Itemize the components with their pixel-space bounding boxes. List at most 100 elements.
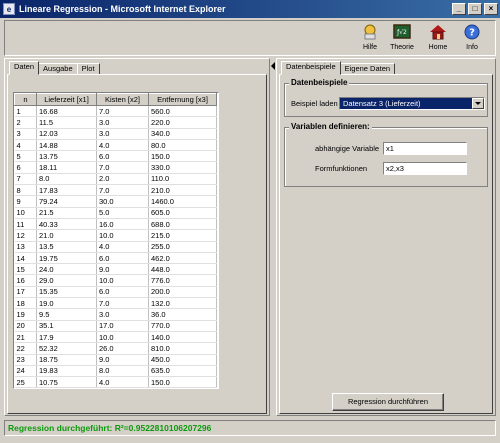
- table-cell[interactable]: 10.0: [96, 229, 149, 242]
- table-cell[interactable]: 35.1: [36, 320, 97, 332]
- table-cell[interactable]: 605.0: [148, 207, 217, 219]
- table-cell[interactable]: 10.75: [36, 376, 97, 388]
- formfunktionen-input[interactable]: x2,x3: [383, 162, 467, 175]
- table-cell[interactable]: 150.0: [148, 376, 217, 388]
- table-cell[interactable]: 25: [14, 376, 37, 388]
- dependent-variable-input[interactable]: x1: [383, 142, 467, 155]
- table-row[interactable]: 2 11.5 3.0 220.0: [14, 116, 217, 129]
- table-row[interactable]: 9 79.24 30.0 1460.0: [14, 195, 217, 208]
- table-cell[interactable]: 10.0: [96, 274, 149, 287]
- table-cell[interactable]: 14: [14, 252, 37, 265]
- table-row[interactable]: 13 13.5 4.0 255.0: [14, 241, 217, 253]
- table-cell[interactable]: 448.0: [148, 263, 217, 276]
- table-row[interactable]: 23 18.75 9.0 450.0: [14, 354, 217, 366]
- table-row[interactable]: 8 17.83 7.0 210.0: [14, 184, 217, 197]
- run-regression-button[interactable]: Regression durchführen: [332, 393, 444, 411]
- table-cell[interactable]: 8: [14, 184, 37, 197]
- table-cell[interactable]: 776.0: [148, 274, 217, 287]
- table-row[interactable]: 17 15.35 6.0 200.0: [14, 286, 217, 299]
- info-button[interactable]: ? Info: [455, 24, 489, 54]
- table-cell[interactable]: 6.0: [96, 252, 149, 265]
- table-cell[interactable]: 16.0: [96, 218, 149, 231]
- table-row[interactable]: 7 8.0 2.0 110.0: [14, 173, 217, 186]
- collapse-arrow-icon[interactable]: [271, 62, 275, 70]
- table-row[interactable]: 14 19.75 6.0 462.0: [14, 252, 217, 265]
- table-cell[interactable]: 7.0: [96, 297, 149, 310]
- table-cell[interactable]: 9.5: [36, 308, 97, 321]
- table-cell[interactable]: 220.0: [148, 116, 217, 129]
- table-cell[interactable]: 9: [14, 195, 37, 208]
- table-row[interactable]: 12 21.0 10.0 215.0: [14, 229, 217, 242]
- table-cell[interactable]: 7.0: [96, 161, 149, 174]
- table-cell[interactable]: 9.0: [96, 354, 149, 366]
- table-row[interactable]: 10 21.5 5.0 605.0: [14, 207, 217, 219]
- table-cell[interactable]: 12: [14, 229, 37, 242]
- table-cell[interactable]: 11: [14, 218, 37, 231]
- table-cell[interactable]: 450.0: [148, 354, 217, 366]
- table-cell[interactable]: 4: [14, 139, 37, 152]
- table-cell[interactable]: 17.9: [36, 331, 97, 344]
- example-dataset-select[interactable]: Datensatz 3 (Lieferzeit): [339, 97, 485, 110]
- table-cell[interactable]: 80.0: [148, 139, 217, 152]
- table-cell[interactable]: 16.68: [36, 105, 97, 118]
- table-cell[interactable]: 12.03: [36, 128, 97, 140]
- table-row[interactable]: 15 24.0 9.0 448.0: [14, 263, 217, 276]
- table-row[interactable]: 22 52.32 26.0 810.0: [14, 342, 217, 355]
- table-cell[interactable]: 340.0: [148, 128, 217, 140]
- table-cell[interactable]: 10: [14, 207, 37, 219]
- table-cell[interactable]: 140.0: [148, 331, 217, 344]
- table-cell[interactable]: 7.0: [96, 105, 149, 118]
- table-cell[interactable]: 8.0: [96, 365, 149, 378]
- table-cell[interactable]: 29.0: [36, 274, 97, 287]
- table-row[interactable]: 11 40.33 16.0 688.0: [14, 218, 217, 231]
- column-header-lieferzeit[interactable]: Lieferzeit [x1]: [36, 93, 97, 106]
- table-cell[interactable]: 36.0: [148, 308, 217, 321]
- table-row[interactable]: 3 12.03 3.0 340.0: [14, 128, 217, 140]
- table-cell[interactable]: 4.0: [96, 376, 149, 388]
- close-button[interactable]: ×: [484, 3, 498, 15]
- table-cell[interactable]: 11.5: [36, 116, 97, 129]
- table-cell[interactable]: 132.0: [148, 297, 217, 310]
- table-row[interactable]: 21 17.9 10.0 140.0: [14, 331, 217, 344]
- table-cell[interactable]: 13: [14, 241, 37, 253]
- table-cell[interactable]: 1: [14, 105, 37, 118]
- table-cell[interactable]: 5: [14, 150, 37, 163]
- table-cell[interactable]: 255.0: [148, 241, 217, 253]
- column-header-n[interactable]: n: [14, 93, 37, 106]
- table-cell[interactable]: 3: [14, 128, 37, 140]
- table-cell[interactable]: 3.0: [96, 116, 149, 129]
- table-cell[interactable]: 17: [14, 286, 37, 299]
- table-cell[interactable]: 3.0: [96, 308, 149, 321]
- table-cell[interactable]: 635.0: [148, 365, 217, 378]
- table-row[interactable]: 18 19.0 7.0 132.0: [14, 297, 217, 310]
- chevron-down-icon[interactable]: [472, 98, 484, 109]
- table-row[interactable]: 20 35.1 17.0 770.0: [14, 320, 217, 332]
- table-cell[interactable]: 13.75: [36, 150, 97, 163]
- help-button[interactable]: Hilfe: [353, 24, 387, 54]
- table-cell[interactable]: 4.0: [96, 241, 149, 253]
- table-cell[interactable]: 52.32: [36, 342, 97, 355]
- table-cell[interactable]: 26.0: [96, 342, 149, 355]
- tab-datenbeispiele[interactable]: Datenbeispiele: [281, 61, 341, 75]
- table-cell[interactable]: 19: [14, 308, 37, 321]
- table-row[interactable]: 19 9.5 3.0 36.0: [14, 308, 217, 321]
- table-cell[interactable]: 3.0: [96, 128, 149, 140]
- data-table-container[interactable]: n Lieferzeit [x1] Kisten [x2] Entfernung…: [13, 92, 219, 389]
- minimize-button[interactable]: _: [452, 3, 466, 15]
- table-cell[interactable]: 6: [14, 161, 37, 174]
- table-cell[interactable]: 2: [14, 116, 37, 129]
- table-cell[interactable]: 21: [14, 331, 37, 344]
- table-cell[interactable]: 17.0: [96, 320, 149, 332]
- table-row[interactable]: 25 10.75 4.0 150.0: [14, 376, 217, 388]
- table-cell[interactable]: 18.11: [36, 161, 97, 174]
- table-cell[interactable]: 22: [14, 342, 37, 355]
- table-row[interactable]: 24 19.83 8.0 635.0: [14, 365, 217, 378]
- table-row[interactable]: 5 13.75 6.0 150.0: [14, 150, 217, 163]
- table-cell[interactable]: 40.33: [36, 218, 97, 231]
- table-cell[interactable]: 9.0: [96, 263, 149, 276]
- table-cell[interactable]: 210.0: [148, 184, 217, 197]
- table-cell[interactable]: 21.0: [36, 229, 97, 242]
- table-cell[interactable]: 7.0: [96, 184, 149, 197]
- table-cell[interactable]: 19.83: [36, 365, 97, 378]
- table-cell[interactable]: 7: [14, 173, 37, 186]
